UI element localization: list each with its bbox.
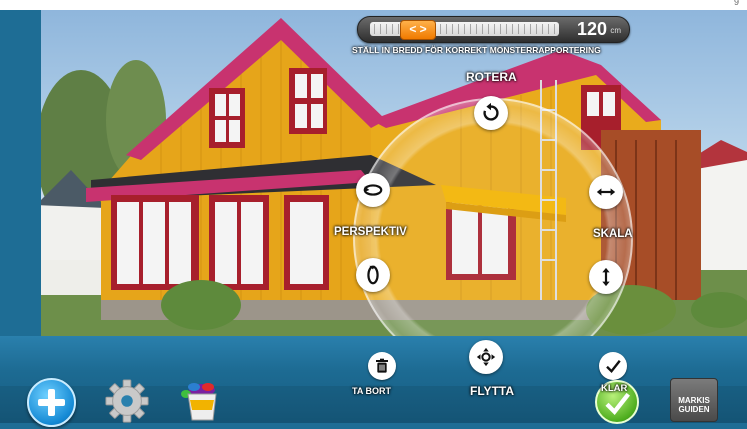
perspective-tilt-button[interactable] <box>356 258 390 292</box>
done-label: KLAR <box>601 383 628 394</box>
rotate-button[interactable] <box>474 96 508 130</box>
scale-label: SKALA <box>593 228 633 240</box>
scale-vertical-button[interactable] <box>589 260 623 294</box>
width-unit: cm <box>610 26 621 35</box>
rotate-icon <box>483 102 499 121</box>
move-icon <box>476 347 496 367</box>
logo-line1: MARKIS <box>678 396 710 405</box>
width-value: 120 <box>576 19 607 39</box>
width-slider[interactable]: < > 120 cm <box>357 16 630 43</box>
top-strip: 9 <box>0 0 747 10</box>
rotate-label: ROTERA <box>466 70 517 84</box>
delete-label: TA BORT <box>352 386 391 396</box>
perspective-label: PERSPEKTIV <box>334 226 407 238</box>
gear-icon <box>105 379 149 423</box>
corner-text: 9 <box>733 0 739 7</box>
markisguiden-logo: MARKIS GUIDEN <box>670 378 718 422</box>
checkmark-icon <box>606 360 621 374</box>
slider-handle[interactable]: < > <box>400 20 436 40</box>
trash-icon <box>376 358 388 373</box>
perspective-horizontal-icon <box>363 184 383 196</box>
settings-button[interactable] <box>104 378 150 424</box>
move-button[interactable] <box>469 340 503 374</box>
horizontal-arrows-icon <box>596 188 616 196</box>
scale-horizontal-button[interactable] <box>589 175 623 209</box>
vertical-arrows-icon <box>602 267 610 287</box>
delete-button[interactable] <box>368 352 396 380</box>
perspective-vertical-icon <box>367 265 379 285</box>
paint-button[interactable] <box>178 378 222 423</box>
add-button[interactable] <box>27 378 76 427</box>
done-check-button[interactable] <box>599 352 627 380</box>
perspective-rotate-button[interactable] <box>356 173 390 207</box>
logo-line2: GUIDEN <box>678 405 710 414</box>
width-instruction: STÄLL IN BREDD FÖR KORREKT MÖNSTERRAPPOR… <box>352 45 601 55</box>
move-label: FLYTTA <box>470 384 514 398</box>
slider-track[interactable] <box>370 22 559 36</box>
paint-bucket-icon <box>181 383 217 421</box>
